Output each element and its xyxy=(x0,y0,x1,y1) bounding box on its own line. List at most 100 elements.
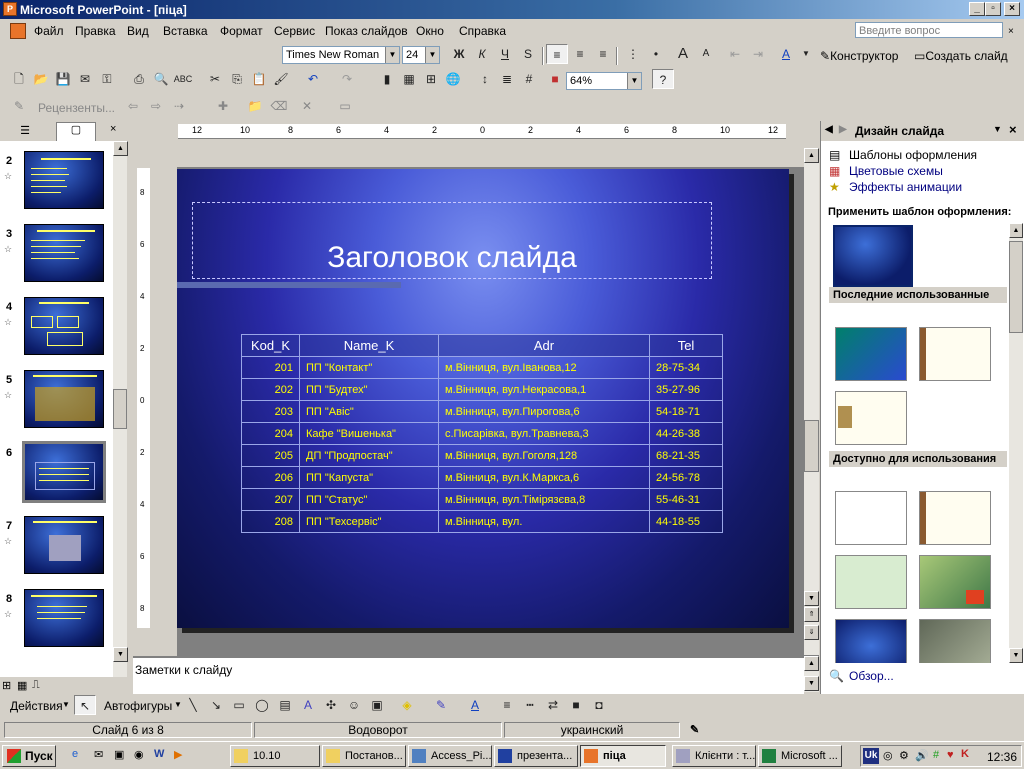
chevron-down-icon[interactable]: ▼ xyxy=(425,47,439,63)
scroll-up-icon[interactable]: ▲ xyxy=(804,656,819,671)
back-arrow-icon[interactable]: ◀ xyxy=(825,124,833,135)
line-icon[interactable]: ╲ xyxy=(182,695,204,715)
font-size-combo[interactable]: 24 ▼ xyxy=(402,46,440,64)
menu-view[interactable]: Вид xyxy=(127,24,149,38)
template-thumbnail[interactable] xyxy=(919,491,991,545)
font-name-combo[interactable]: Times New Roman ▼ xyxy=(282,46,400,64)
zoom-combo[interactable]: 64% ▼ xyxy=(566,72,642,90)
decrease-indent-icon[interactable]: ⇤ xyxy=(724,44,746,64)
slideshow-view-icon[interactable]: ⎍ xyxy=(32,679,40,692)
undo-icon[interactable]: ↶ xyxy=(302,69,324,89)
slide-thumbnail[interactable] xyxy=(24,151,104,209)
tray-icon[interactable]: ⚙ xyxy=(899,749,909,762)
scroll-up-icon[interactable]: ▲ xyxy=(113,141,128,156)
template-thumbnail[interactable] xyxy=(835,391,907,445)
email-icon[interactable]: ✉ xyxy=(74,69,96,89)
markup-icon[interactable]: ✎ xyxy=(8,96,30,116)
taskbar-button[interactable]: Access_Pi... xyxy=(408,745,492,767)
picture-icon[interactable]: ▣ xyxy=(366,695,388,715)
dash-style-icon[interactable]: ┅ xyxy=(519,695,541,715)
hyperlink-icon[interactable]: 🌐 xyxy=(442,69,464,89)
format-painter-icon[interactable]: 🖌 xyxy=(270,69,292,89)
close-pane-icon[interactable]: × xyxy=(110,123,116,135)
color-schemes-link[interactable]: Цветовые схемы xyxy=(849,164,943,178)
next-comment-icon[interactable]: ⇨ xyxy=(145,96,167,116)
menu-tools[interactable]: Сервис xyxy=(274,24,315,38)
help-icon[interactable]: ? xyxy=(652,69,674,89)
apply-change-icon[interactable]: ⇢ xyxy=(168,96,190,116)
edit-comment-icon[interactable]: 📁 xyxy=(244,96,266,116)
reviewers-button[interactable]: Рецензенты... xyxy=(38,101,115,115)
slides-tab[interactable]: ▢ xyxy=(56,122,96,142)
slide-thumbnail-selected[interactable] xyxy=(22,441,106,503)
table-icon[interactable]: ▦ xyxy=(398,69,420,89)
tray-icon[interactable]: ♥ xyxy=(947,749,954,761)
notes-scrollbar[interactable]: ▲ ▼ xyxy=(804,656,819,692)
desktop-icon[interactable]: ▣ xyxy=(114,748,124,761)
thumbnails-scrollbar[interactable]: ▲ ▼ xyxy=(113,141,128,677)
internet-explorer-icon[interactable]: e xyxy=(72,748,78,760)
outlook-icon[interactable]: ✉ xyxy=(94,748,103,761)
bullet-list-icon[interactable]: • xyxy=(645,44,667,64)
print-preview-icon[interactable]: 🔍 xyxy=(150,69,172,89)
horizontal-ruler[interactable]: 12 10 8 6 4 2 0 2 4 6 8 10 12 xyxy=(178,124,786,139)
permission-icon[interactable]: ⚿ xyxy=(96,69,118,89)
maximize-button[interactable]: ▫ xyxy=(985,2,1001,16)
taskbar-button-active[interactable]: піца xyxy=(580,745,666,767)
shadow-icon[interactable]: S xyxy=(517,44,539,64)
underline-icon[interactable]: Ч xyxy=(494,44,516,64)
next-slide-icon[interactable]: ⇓ xyxy=(804,625,819,640)
taskbar-button[interactable]: Постанов... xyxy=(322,745,406,767)
taskbar-button[interactable]: Microsoft ... xyxy=(758,745,842,767)
scroll-thumb[interactable] xyxy=(113,389,127,429)
font-color-icon[interactable]: A xyxy=(775,44,797,64)
slide-scrollbar[interactable]: ▲ ▼ ⇑ ⇓ xyxy=(804,148,819,655)
powerpoint-app-icon[interactable]: P xyxy=(3,2,17,16)
document-icon[interactable] xyxy=(10,23,26,39)
save-icon[interactable]: 💾 xyxy=(52,69,74,89)
open-folder-icon[interactable]: 📂 xyxy=(30,69,52,89)
word-icon[interactable]: W xyxy=(154,748,164,760)
cut-icon[interactable]: ✂ xyxy=(204,69,226,89)
font-color-icon[interactable]: A xyxy=(464,695,486,715)
scroll-down-icon[interactable]: ▼ xyxy=(804,676,819,691)
menu-format[interactable]: Формат xyxy=(220,24,263,38)
chevron-down-icon[interactable]: ▼ xyxy=(62,700,70,709)
previous-comment-icon[interactable]: ⇦ xyxy=(122,96,144,116)
new-document-icon[interactable]: 🗋 xyxy=(8,69,30,89)
vertical-ruler[interactable]: 8 6 4 2 0 2 4 6 8 xyxy=(137,168,150,628)
taskbar-button[interactable]: 10.10 xyxy=(230,745,320,767)
wordart-icon[interactable]: A xyxy=(297,695,319,715)
color-grayscale-icon[interactable]: ■ xyxy=(544,69,566,89)
expand-icon[interactable]: ↕ xyxy=(474,69,496,89)
browse-link[interactable]: Обзор... xyxy=(849,669,894,683)
spelling-icon[interactable]: ABC xyxy=(172,69,194,89)
align-right-icon[interactable]: ≡ xyxy=(592,44,614,64)
copy-icon[interactable]: ⎘ xyxy=(226,69,248,89)
slide-thumbnail[interactable] xyxy=(24,297,104,355)
outline-tab[interactable]: ☰ xyxy=(8,124,42,139)
increase-indent-icon[interactable]: ⇥ xyxy=(747,44,769,64)
template-thumbnail[interactable] xyxy=(919,327,991,381)
previous-slide-icon[interactable]: ⇑ xyxy=(804,607,819,622)
taskbar-button[interactable]: Клієнти : т... xyxy=(672,745,756,767)
menu-insert[interactable]: Вставка xyxy=(163,24,208,38)
tray-icon[interactable]: # xyxy=(933,749,939,761)
template-thumbnail[interactable] xyxy=(835,619,907,663)
media-player-icon[interactable]: ▶ xyxy=(174,748,182,761)
slide-thumbnail[interactable] xyxy=(24,224,104,282)
template-thumbnail[interactable] xyxy=(919,619,991,663)
reviewing-pane-icon[interactable]: ▭ xyxy=(334,96,356,116)
slide-thumbnail[interactable] xyxy=(24,589,104,647)
clock[interactable]: 12:36 xyxy=(987,750,1017,764)
language-tray-icon[interactable]: Uk xyxy=(863,748,879,764)
menu-slideshow[interactable]: Показ слайдов xyxy=(325,24,408,38)
line-color-icon[interactable]: ✎ xyxy=(430,695,452,715)
close-button[interactable]: × xyxy=(1004,2,1020,16)
template-thumbnail[interactable] xyxy=(835,327,907,381)
line-style-icon[interactable]: ≡ xyxy=(496,695,518,715)
oval-icon[interactable]: ◯ xyxy=(251,695,273,715)
notes-pane[interactable]: Заметки к слайду xyxy=(133,656,804,694)
scroll-thumb[interactable] xyxy=(1009,241,1023,333)
scroll-thumb[interactable] xyxy=(804,420,819,472)
